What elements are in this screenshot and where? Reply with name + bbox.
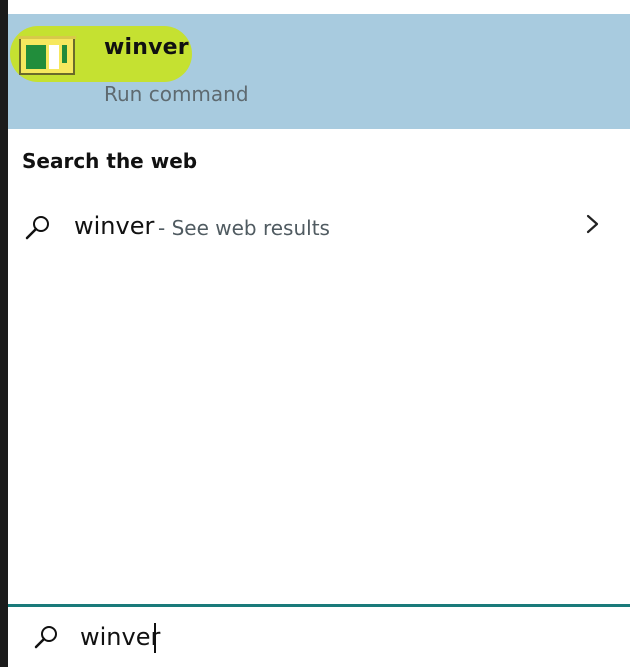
- run-command-icon: [18, 36, 76, 75]
- web-query: winver: [74, 212, 155, 240]
- app-subtitle: Run command: [104, 82, 249, 106]
- search-web-heading: Search the web: [22, 149, 198, 173]
- search-input[interactable]: [80, 619, 600, 655]
- start-search-panel: winver Run command Search the web winver…: [0, 0, 630, 667]
- web-result-row[interactable]: winver - See web results: [8, 194, 630, 254]
- search-icon: [34, 626, 57, 649]
- window-border: [0, 0, 8, 667]
- text-cursor: [154, 623, 156, 653]
- search-box[interactable]: [8, 607, 630, 667]
- chevron-right-icon[interactable]: [583, 212, 603, 236]
- top-spacing: [8, 0, 630, 14]
- web-suffix: - See web results: [158, 216, 330, 240]
- search-icon: [25, 216, 49, 240]
- app-title: winver: [104, 35, 189, 60]
